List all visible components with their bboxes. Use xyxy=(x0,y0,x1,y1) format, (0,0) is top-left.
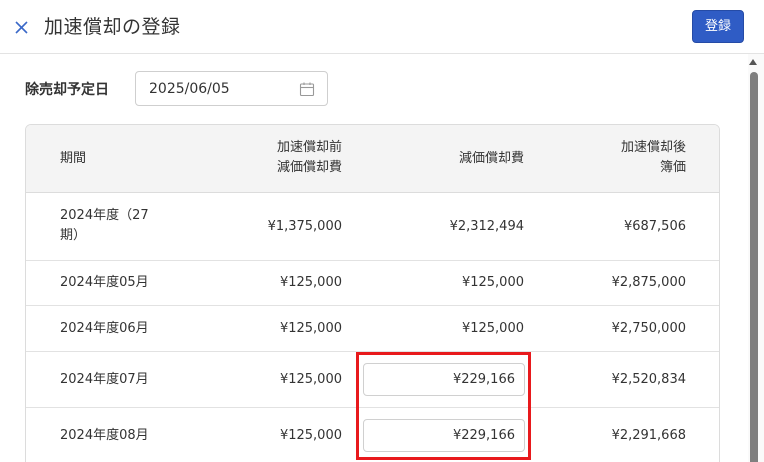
table-row: 2024年度（27 期） ¥1,375,000 ¥2,312,494 ¥687,… xyxy=(26,193,719,261)
scroll-up-arrow-icon[interactable] xyxy=(749,59,757,65)
planned-sale-date-label: 除売却予定日 xyxy=(25,82,109,98)
column-header-before: 加速償却前 減価償却費 xyxy=(276,140,342,175)
highlight-box xyxy=(356,352,531,460)
depreciation-cell: ¥2,312,494 xyxy=(449,219,524,234)
dialog-header: 加速償却の登録 登録 xyxy=(0,0,764,54)
before-cell: ¥125,000 xyxy=(279,428,342,443)
period-cell: 2024年度08月 xyxy=(60,428,149,443)
before-cell: ¥125,000 xyxy=(279,372,342,387)
close-button[interactable] xyxy=(12,17,32,37)
depreciation-cell: ¥125,000 xyxy=(461,321,524,336)
scrollbar-thumb[interactable] xyxy=(750,72,758,462)
book-value-cell: ¥2,291,668 xyxy=(611,428,686,443)
book-value-cell: ¥2,875,000 xyxy=(611,275,686,290)
period-cell: 2024年度（27 期） xyxy=(60,208,149,243)
table-row: 2024年度06月 ¥125,000 ¥125,000 ¥2,750,000 xyxy=(26,306,719,352)
book-value-cell: ¥687,506 xyxy=(623,219,686,234)
register-button[interactable]: 登録 xyxy=(692,10,744,43)
period-cell: 2024年度06月 xyxy=(60,321,149,336)
planned-sale-date-value: 2025/06/05 xyxy=(149,81,230,97)
column-header-period: 期間 xyxy=(60,151,87,166)
column-header-depreciation: 減価償却費 xyxy=(458,151,524,166)
planned-sale-date-field[interactable]: 2025/06/05 xyxy=(135,71,328,106)
depreciation-cell: ¥125,000 xyxy=(461,275,524,290)
close-icon xyxy=(15,21,28,34)
book-value-cell: ¥2,750,000 xyxy=(611,321,686,336)
before-cell: ¥1,375,000 xyxy=(267,219,342,234)
table-row: 2024年度05月 ¥125,000 ¥125,000 ¥2,875,000 xyxy=(26,261,719,306)
column-header-book-value: 加速償却後 簿価 xyxy=(620,140,686,175)
period-cell: 2024年度07月 xyxy=(60,372,149,387)
table-header: 期間 加速償却前 減価償却費 減価償却費 加速償却後 簿価 xyxy=(26,125,719,193)
before-cell: ¥125,000 xyxy=(279,321,342,336)
book-value-cell: ¥2,520,834 xyxy=(611,372,686,387)
period-cell: 2024年度05月 xyxy=(60,275,149,290)
calendar-icon[interactable] xyxy=(299,81,315,97)
page-title: 加速償却の登録 xyxy=(44,16,181,38)
before-cell: ¥125,000 xyxy=(279,275,342,290)
